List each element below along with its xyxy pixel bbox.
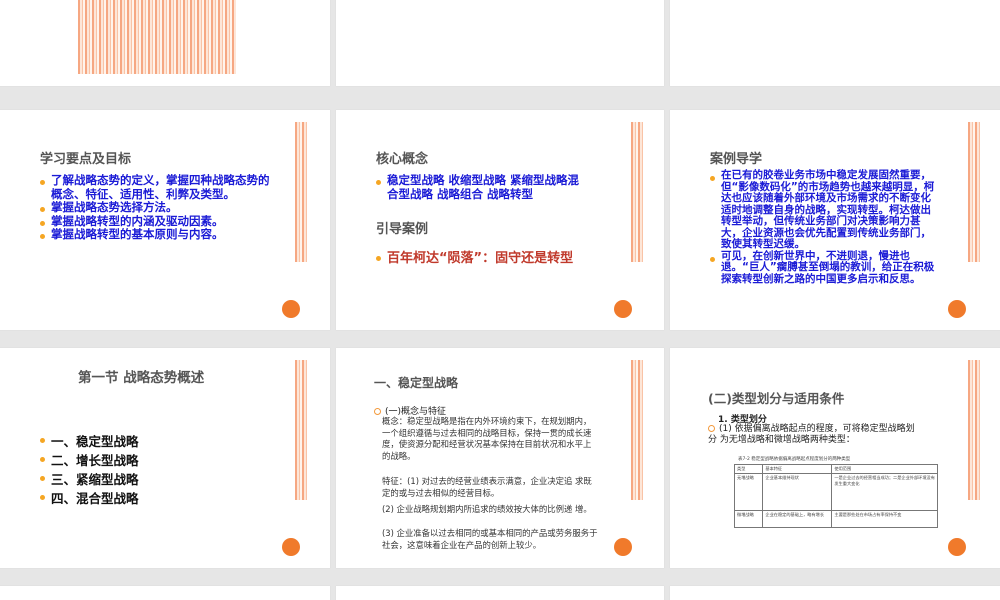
list-item: 了解战略态势的定义，掌握四种战略态势的概念、特征、适用性、利弊及类型。 (40, 173, 278, 201)
stripes-decoration (968, 122, 980, 262)
circle-bullet-icon (708, 425, 715, 432)
slide-title: 一、稳定型战略 (374, 376, 459, 390)
slide-top-2[interactable] (336, 0, 664, 86)
list-item: 掌握战略态势选择方法。 (40, 200, 278, 215)
case-list: 百年柯达“陨落”：固守还是转型 (376, 250, 586, 267)
slide-case-guide[interactable]: 案例导学 在已有的胶卷业务市场中稳定发展固然重要，但“影像数码化”的市场趋势也越… (670, 110, 1000, 330)
slide-stable-strategy[interactable]: 一、稳定型战略 (一)概念与特征 概念：稳定型战略是指在内外环境约束下，在规划期… (336, 348, 664, 568)
orange-dot (614, 300, 632, 318)
table-row: 微增战略 企业在稳定的基础上，略有增长 主要是那些处在市场占有率保持不变 (733, 510, 938, 528)
slide-title: 核心概念 (376, 152, 429, 167)
list-item: 百年柯达“陨落”：固守还是转型 (376, 250, 586, 267)
stripes-decoration (968, 360, 980, 500)
list-item: 二、增长型战略 (40, 451, 260, 470)
para-feature-2: (2) 企业战略规划期内所追求的绩效按大体的比例递 增。 (382, 504, 592, 514)
stripes-decoration (78, 0, 236, 74)
para-feature-1: 特征：(1) 对过去的经营业绩表示满意，企业决定追 求既定的或与过去相似的经营目… (382, 476, 592, 498)
table-row: 无增战略 企业基本维持现状 一是企业过去的经营相当成功；二是企业外部环境没有发生… (733, 473, 938, 511)
para-concept: 概念：稳定型战略是指在内外环境约束下，在规划期内，一个组织遵循与过去相同的战略目… (382, 416, 592, 461)
list-item: 一、稳定型战略 (40, 432, 260, 451)
case-guide-list: 在已有的胶卷业务市场中稳定发展固然重要，但“影像数码化”的市场趋势也越来越明显，… (710, 169, 936, 286)
stripes-decoration (295, 360, 307, 500)
para-feature-3: (3) 企业准备以过去相同的或基本相同的产品或劳务服务于社会，这意味着企业在产品… (382, 528, 598, 550)
strategy-type-table: 类型 基本特征 使用范围 无增战略 企业基本维持现状 一是企业过去的经营相当成功… (733, 464, 938, 528)
list-item: 可见，在创新世界中，不进则退，慢进也退。“巨人”瘸膊甚至倒塌的教训，给正在积极探… (710, 250, 936, 286)
slide-section-overview[interactable]: 第一节 战略态势概述 一、稳定型战略 二、增长型战略 三、紧缩型战略 四、混合型… (0, 348, 330, 568)
slide-title: 案例导学 (710, 152, 763, 167)
slide-title: 第一节 战略态势概述 (78, 370, 205, 386)
slide-bottom-2[interactable] (336, 586, 664, 600)
slide-learning-goals[interactable]: 学习要点及目标 了解战略态势的定义，掌握四种战略态势的概念、特征、适用性、利弊及… (0, 110, 330, 330)
slide-type-division[interactable]: (二)类型划分与适用条件 1. 类型划分 (1) 依据偏离战略起点的程度，可将稳… (670, 348, 1000, 568)
slide-core-concepts[interactable]: 核心概念 稳定型战略 收缩型战略 紧缩型战略混合型战略 战略组合 战略转型 引导… (336, 110, 664, 330)
slide-top-3[interactable] (670, 0, 1000, 86)
slide-title: (二)类型划分与适用条件 (708, 391, 845, 406)
slide-top-1[interactable] (0, 0, 330, 86)
list-item: 掌握战略转型的内涵及驱动因素。 (40, 214, 278, 229)
orange-dot (282, 300, 300, 318)
sub-body-text: (1) 依据偏离战略起点的程度，可将稳定型战略划分 为无增战略和微增战略两种类型… (708, 424, 915, 445)
goal-list: 了解战略态势的定义，掌握四种战略态势的概念、特征、适用性、利弊及类型。 掌握战略… (40, 173, 278, 242)
orange-dot (614, 538, 632, 556)
orange-dot (282, 538, 300, 556)
slide-bottom-3[interactable] (670, 586, 1000, 600)
list-item: 在已有的胶卷业务市场中稳定发展固然重要，但“影像数码化”的市场趋势也越来越明显，… (710, 169, 936, 251)
list-item: 四、混合型战略 (40, 489, 260, 508)
stripes-decoration (295, 122, 307, 262)
section-list: 一、稳定型战略 二、增长型战略 三、紧缩型战略 四、混合型战略 (40, 432, 260, 508)
slide-title: 学习要点及目标 (40, 152, 132, 167)
list-item: 稳定型战略 收缩型战略 紧缩型战略混合型战略 战略组合 战略转型 (376, 173, 586, 201)
stripes-decoration (631, 122, 643, 262)
concept-list: 稳定型战略 收缩型战略 紧缩型战略混合型战略 战略组合 战略转型 (376, 173, 586, 201)
stripes-decoration (631, 360, 643, 500)
list-item: 三、紧缩型战略 (40, 470, 260, 489)
case-title: 引导案例 (376, 222, 429, 237)
table-caption: 表7-2 稳定型战略依据偏离战略起点程度划分的两种类型 (738, 457, 851, 462)
table-row: 类型 基本特征 使用范围 (733, 464, 938, 474)
circle-bullet-icon (374, 408, 381, 415)
list-item: 掌握战略转型的基本原则与内容。 (40, 227, 278, 242)
orange-dot (948, 538, 966, 556)
slide-bottom-1[interactable] (0, 586, 330, 600)
sub-body: (1) 依据偏离战略起点的程度，可将稳定型战略划分 为无增战略和微增战略两种类型… (708, 424, 918, 446)
orange-dot (948, 300, 966, 318)
